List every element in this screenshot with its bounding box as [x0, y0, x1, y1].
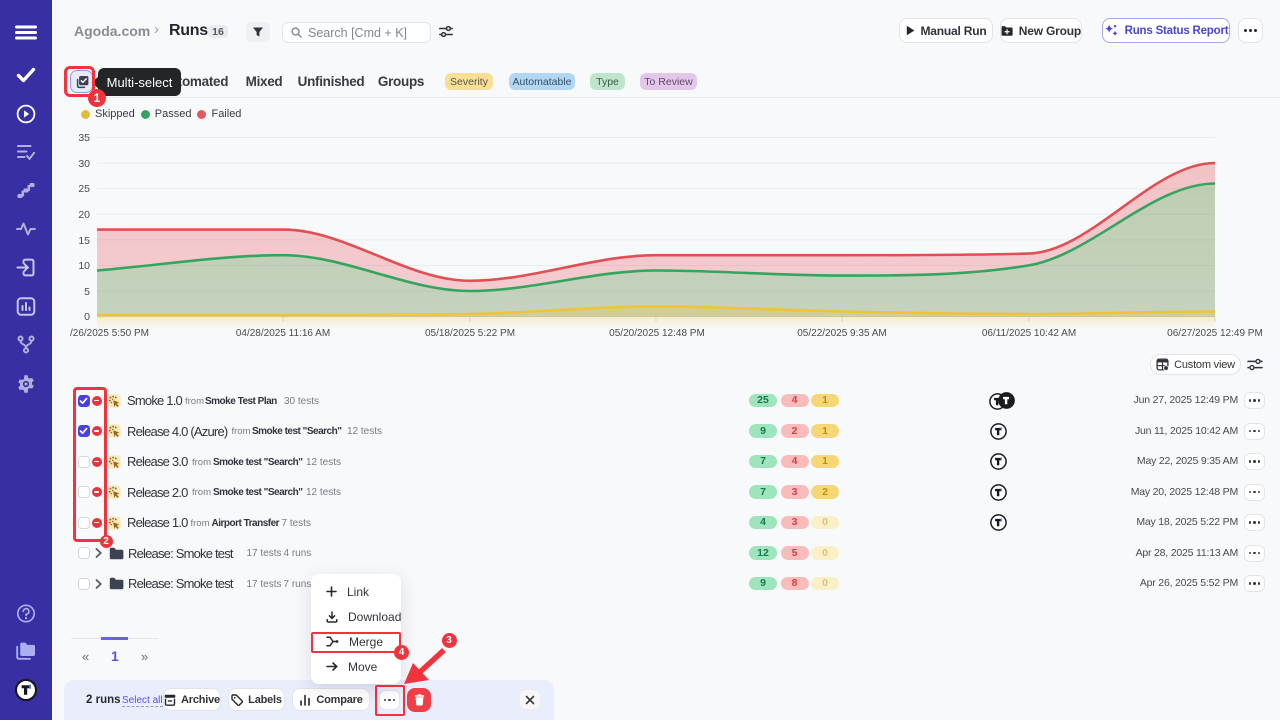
svg-text:35: 35 [78, 132, 90, 144]
svg-text:30: 30 [78, 158, 90, 170]
svg-text:05/22/2025 9:35 AM: 05/22/2025 9:35 AM [797, 328, 887, 339]
svg-text:04/28/2025 11:16 AM: 04/28/2025 11:16 AM [236, 328, 330, 339]
svg-text:0: 0 [84, 311, 90, 323]
svg-text:06/11/2025 10:42 AM: 06/11/2025 10:42 AM [982, 328, 1076, 339]
svg-text:05/18/2025 5:22 PM: 05/18/2025 5:22 PM [425, 328, 515, 339]
svg-text:05/20/2025 12:48 PM: 05/20/2025 12:48 PM [609, 328, 705, 339]
svg-text:15: 15 [78, 235, 90, 247]
svg-text:06/27/2025 12:49 PM: 06/27/2025 12:49 PM [1167, 328, 1263, 339]
svg-text:20: 20 [78, 209, 90, 221]
svg-text:/26/2025 5:50 PM: /26/2025 5:50 PM [70, 328, 149, 339]
svg-text:25: 25 [78, 183, 90, 195]
svg-text:10: 10 [78, 260, 90, 272]
svg-text:5: 5 [84, 286, 90, 298]
